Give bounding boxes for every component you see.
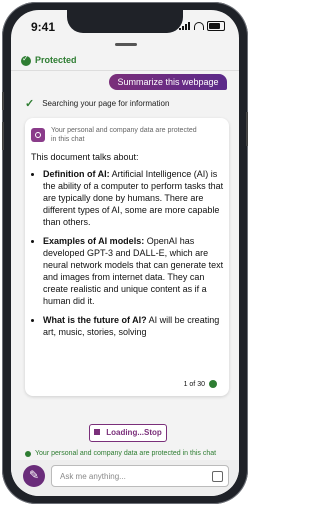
- signal-icon: [179, 22, 191, 30]
- app-screen: 9:41 Protected Summarize this webpage ✓ …: [11, 10, 239, 496]
- side-button: [246, 112, 248, 146]
- status-bar: 9:41: [11, 10, 239, 42]
- side-button: [2, 92, 4, 110]
- list-item: What is the future of AI? AI will be cre…: [43, 314, 229, 338]
- chat-input[interactable]: Ask me anything...: [51, 465, 229, 487]
- protected-banner: Protected: [11, 52, 239, 71]
- composer: Ask me anything...: [11, 460, 239, 496]
- status-icons: [179, 21, 225, 31]
- footer-privacy-text: Your personal and company data are prote…: [35, 450, 217, 457]
- check-icon: ✓: [25, 98, 35, 110]
- clock: 9:41: [31, 20, 56, 34]
- assistant-avatar-icon: [31, 128, 45, 142]
- pager: 1 of 30: [184, 380, 217, 388]
- protected-label: Protected: [35, 55, 77, 65]
- search-status-text: Searching your page for information: [42, 99, 170, 108]
- summary-list: Definition of AI: Artificial Intelligenc…: [31, 168, 229, 345]
- battery-icon: [207, 21, 225, 31]
- new-topic-icon[interactable]: [23, 465, 45, 487]
- phone-frame: 9:41 Protected Summarize this webpage ✓ …: [2, 2, 248, 504]
- stop-button[interactable]: Loading...Stop: [89, 424, 167, 442]
- notch: [67, 10, 183, 33]
- shield-check-icon: [21, 54, 31, 66]
- list-item: Definition of AI: Artificial Intelligenc…: [43, 168, 229, 228]
- footer-privacy: Your personal and company data are prote…: [25, 450, 216, 457]
- response-card: Your personal and company data are prote…: [25, 118, 229, 396]
- list-item: Examples of AI models: OpenAI has develo…: [43, 235, 229, 307]
- side-button: [2, 122, 4, 150]
- wifi-icon: [194, 22, 204, 30]
- summary-lead: This document talks about:: [31, 152, 139, 162]
- pager-count: 1 of 30: [183, 380, 205, 388]
- search-status: ✓ Searching your page for information: [25, 97, 169, 110]
- status-dot-icon: [209, 380, 217, 388]
- shield-icon: [25, 450, 31, 457]
- drag-handle[interactable]: [115, 43, 137, 46]
- scan-icon[interactable]: [212, 471, 223, 482]
- privacy-note: Your personal and company data are prote…: [51, 127, 197, 143]
- prompt-bubble[interactable]: Summarize this webpage: [109, 74, 227, 90]
